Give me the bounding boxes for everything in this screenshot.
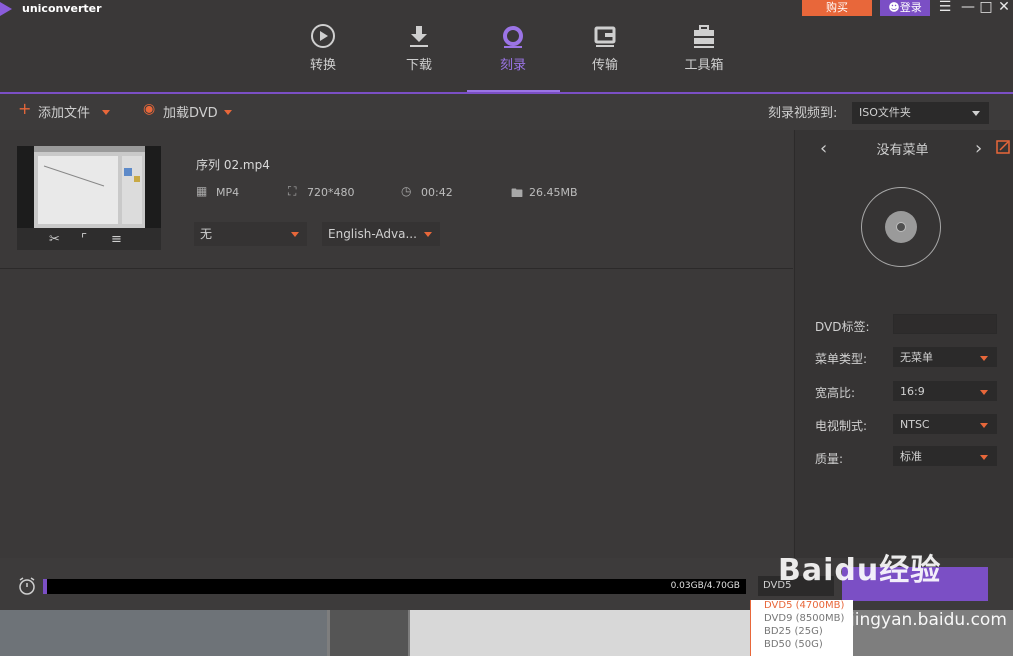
tv-standard-select[interactable]: NTSC <box>893 414 997 434</box>
app-logo <box>0 2 12 16</box>
disc-capacity-fill <box>43 579 47 594</box>
file-duration: 00:42 <box>421 186 453 199</box>
tab-convert[interactable]: 转换 <box>288 22 358 73</box>
tab-burn-label: 刻录 <box>499 58 526 73</box>
audio-track-value: English-Adva... <box>328 227 417 241</box>
file-format: MP4 <box>216 186 240 199</box>
thumbnail-toolbar <box>17 228 161 250</box>
disc-option[interactable]: BD50 (50G) <box>764 639 823 650</box>
chevron-down-icon <box>980 423 988 428</box>
burn-disc-icon <box>503 26 523 48</box>
menu-template-title: 没有菜单 <box>876 143 929 158</box>
tab-transfer-label: 传输 <box>591 58 618 73</box>
trim-scissors-icon[interactable]: ✂ <box>49 232 60 247</box>
buy-button[interactable]: 购买 <box>802 0 872 16</box>
background-window-left <box>0 610 327 656</box>
chevron-down-icon <box>424 232 432 237</box>
burn-to-label: 刻录视频到: <box>768 106 838 121</box>
prev-menu-arrow-icon[interactable]: ‹ <box>820 138 827 159</box>
tab-transfer[interactable]: 传输 <box>570 22 640 73</box>
file-size: 26.45MB <box>529 186 578 199</box>
tv-standard-label: 电视制式: <box>815 419 868 433</box>
close-icon[interactable]: ✕ <box>997 0 1011 15</box>
chevron-down-icon <box>980 455 988 460</box>
aspect-ratio-select[interactable]: 16:9 <box>893 381 997 401</box>
login-button[interactable]: ☻登录 <box>880 0 930 16</box>
background-window-right <box>410 610 750 656</box>
disc-option[interactable]: DVD9 (8500MB) <box>764 613 844 624</box>
next-menu-arrow-icon[interactable]: › <box>975 138 982 159</box>
transfer-icon <box>594 26 616 47</box>
user-icon: ☻ <box>888 1 900 14</box>
file-name: 序列 02.mp4 <box>196 158 270 172</box>
aspect-ratio-value: 16:9 <box>900 385 925 398</box>
toolbox-icon <box>694 25 714 48</box>
chevron-down-icon <box>972 111 980 116</box>
edit-menu-icon[interactable] <box>996 140 1010 154</box>
chevron-down-icon <box>291 232 299 237</box>
item-divider <box>0 268 793 269</box>
burn-target-value: ISO文件夹 <box>859 106 911 119</box>
load-dvd-button[interactable]: 加载DVD <box>163 102 218 121</box>
tab-toolbox[interactable]: 工具箱 <box>669 22 739 73</box>
login-label: 登录 <box>899 1 922 14</box>
disc-capacity-text: 0.03GB/4.70GB <box>670 581 740 591</box>
tab-download-label: 下载 <box>405 58 432 73</box>
tab-download[interactable]: 下载 <box>384 22 454 73</box>
load-dvd-dropdown-icon[interactable] <box>224 110 232 115</box>
baidu-watermark: Baidu经验 <box>778 553 942 588</box>
subtitle-select[interactable]: 无 <box>194 222 307 246</box>
chevron-down-icon <box>980 356 988 361</box>
alarm-clock-icon[interactable] <box>17 576 37 596</box>
background-window-mid <box>330 610 408 656</box>
convert-icon <box>311 24 335 48</box>
effects-sliders-icon[interactable]: ≡ <box>111 232 122 247</box>
add-file-dropdown-icon[interactable] <box>102 110 110 115</box>
quality-value: 标准 <box>900 450 922 463</box>
subtitle-select-value: 无 <box>200 227 213 241</box>
folder-icon: 🖿 <box>511 186 524 200</box>
burn-target-select[interactable]: ISO文件夹 <box>852 102 989 124</box>
plus-icon: + <box>18 99 32 118</box>
resolution-icon: ⛶ <box>288 184 297 198</box>
disc-hole <box>896 222 906 232</box>
dvd-label-label: DVD标签: <box>815 320 870 334</box>
menu-type-label: 菜单类型: <box>815 352 868 366</box>
thumbnail-preview-image <box>34 146 145 224</box>
tab-toolbox-label: 工具箱 <box>684 58 724 73</box>
audio-track-select[interactable]: English-Adva... <box>322 222 440 246</box>
tab-convert-label: 转换 <box>309 58 336 73</box>
dvd-label-input[interactable] <box>893 314 997 334</box>
film-icon: ▦ <box>196 184 208 198</box>
menu-icon[interactable]: ☰ <box>938 0 952 15</box>
quality-label: 质量: <box>815 452 844 466</box>
disc-option[interactable]: BD25 (25G) <box>764 626 823 637</box>
file-resolution: 720*480 <box>307 186 355 199</box>
tv-standard-value: NTSC <box>900 418 930 431</box>
dvd-load-icon: ◉ <box>143 101 156 117</box>
aspect-ratio-label: 宽高比: <box>815 386 856 400</box>
minimize-icon[interactable]: — <box>961 0 975 15</box>
quality-select[interactable]: 标准 <box>893 446 997 466</box>
thumbnail-frame <box>34 146 145 228</box>
app-title: uniconverter <box>22 2 102 15</box>
download-icon <box>410 26 428 47</box>
maximize-icon[interactable]: □ <box>979 0 993 15</box>
clock-icon: ◷ <box>401 184 412 198</box>
add-file-button[interactable]: 添加文件 <box>38 102 90 121</box>
menu-type-value: 无菜单 <box>900 351 933 364</box>
chevron-down-icon <box>980 390 988 395</box>
baidu-watermark-url: jingyan.baidu.com <box>850 610 1007 630</box>
crop-icon[interactable]: ⌜ <box>81 232 87 247</box>
menu-type-select[interactable]: 无菜单 <box>893 347 997 367</box>
tab-burn[interactable]: 刻录 <box>478 22 548 73</box>
disc-option[interactable]: DVD5 (4700MB) <box>764 600 844 611</box>
